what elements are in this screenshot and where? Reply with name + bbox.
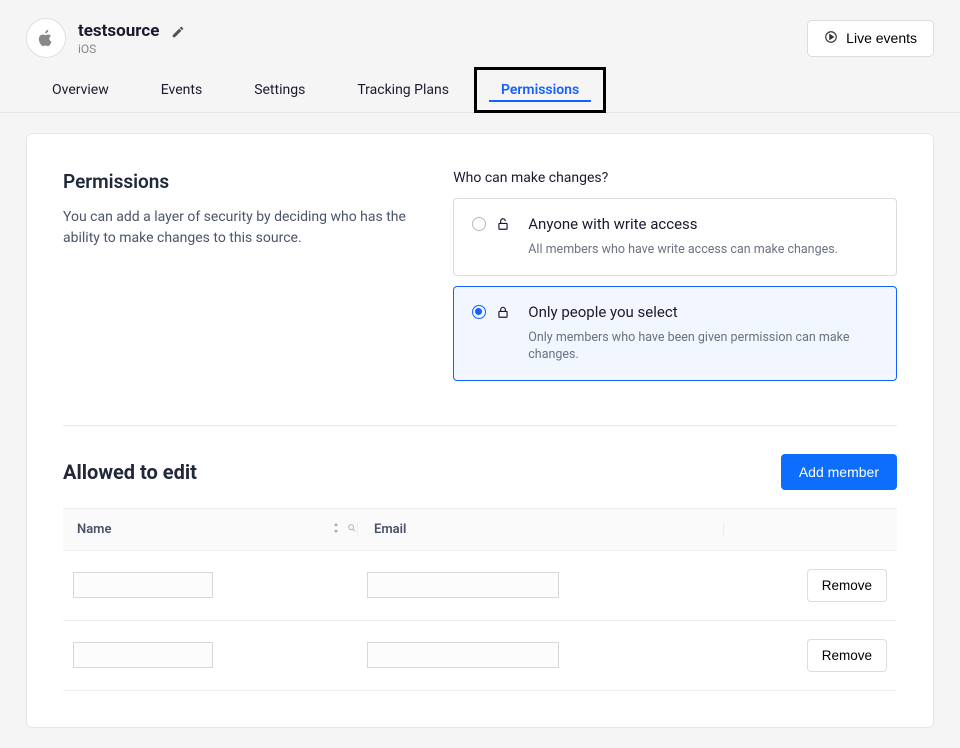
table-row: Remove (63, 621, 897, 691)
name-placeholder (73, 642, 213, 668)
source-title: testsource (78, 21, 159, 41)
permissions-description: You can add a layer of security by decid… (63, 207, 413, 249)
tab-overview[interactable]: Overview (26, 68, 135, 112)
tab-settings[interactable]: Settings (228, 68, 331, 112)
header-left: testsource iOS (26, 18, 185, 58)
tab-permissions[interactable]: Permissions (475, 68, 605, 112)
lock-icon (496, 304, 510, 318)
sort-icon[interactable] (331, 522, 341, 537)
remove-button[interactable]: Remove (807, 569, 887, 602)
apple-icon (26, 18, 66, 58)
unlock-icon (496, 216, 510, 230)
option-title: Anyone with write access (528, 215, 878, 233)
email-placeholder (367, 642, 559, 668)
live-events-label: Live events (846, 30, 917, 46)
title-block: testsource iOS (78, 21, 185, 56)
divider (63, 425, 897, 426)
edit-icon[interactable] (171, 24, 185, 38)
allowed-to-edit-heading: Allowed to edit (63, 460, 197, 484)
column-name-label: Name (77, 522, 111, 537)
add-member-button[interactable]: Add member (781, 454, 897, 490)
tab-events[interactable]: Events (135, 68, 228, 112)
live-events-button[interactable]: Live events (807, 20, 934, 57)
page-header: testsource iOS Live events (0, 0, 960, 68)
remove-button[interactable]: Remove (807, 639, 887, 672)
permissions-options: Who can make changes? Anyone with write … (453, 170, 897, 391)
permissions-panel: Permissions You can add a layer of secur… (26, 133, 934, 728)
table-header: Name Email (63, 508, 897, 551)
allowed-header: Allowed to edit Add member (63, 454, 897, 490)
table-row: Remove (63, 551, 897, 621)
name-placeholder (73, 572, 213, 598)
play-circle-icon (824, 30, 838, 47)
platform-label: iOS (78, 42, 185, 56)
tabs: Overview Events Settings Tracking Plans … (0, 68, 960, 113)
option-description: All members who have write access can ma… (528, 241, 878, 259)
option-only-people-you-select[interactable]: Only people you select Only members who … (453, 286, 897, 381)
option-description: Only members who have been given permiss… (528, 329, 878, 364)
radio-unselected[interactable] (472, 217, 486, 231)
option-anyone-write-access[interactable]: Anyone with write access All members who… (453, 198, 897, 276)
who-can-make-changes-label: Who can make changes? (453, 170, 897, 186)
search-icon[interactable] (347, 522, 357, 537)
permissions-intro: Permissions You can add a layer of secur… (63, 170, 413, 391)
column-email-label: Email (374, 522, 406, 537)
permissions-heading: Permissions (63, 170, 413, 193)
permissions-top: Permissions You can add a layer of secur… (63, 170, 897, 391)
email-placeholder (367, 572, 559, 598)
radio-selected[interactable] (472, 305, 486, 319)
option-title: Only people you select (528, 303, 878, 321)
tab-tracking-plans[interactable]: Tracking Plans (331, 68, 475, 112)
